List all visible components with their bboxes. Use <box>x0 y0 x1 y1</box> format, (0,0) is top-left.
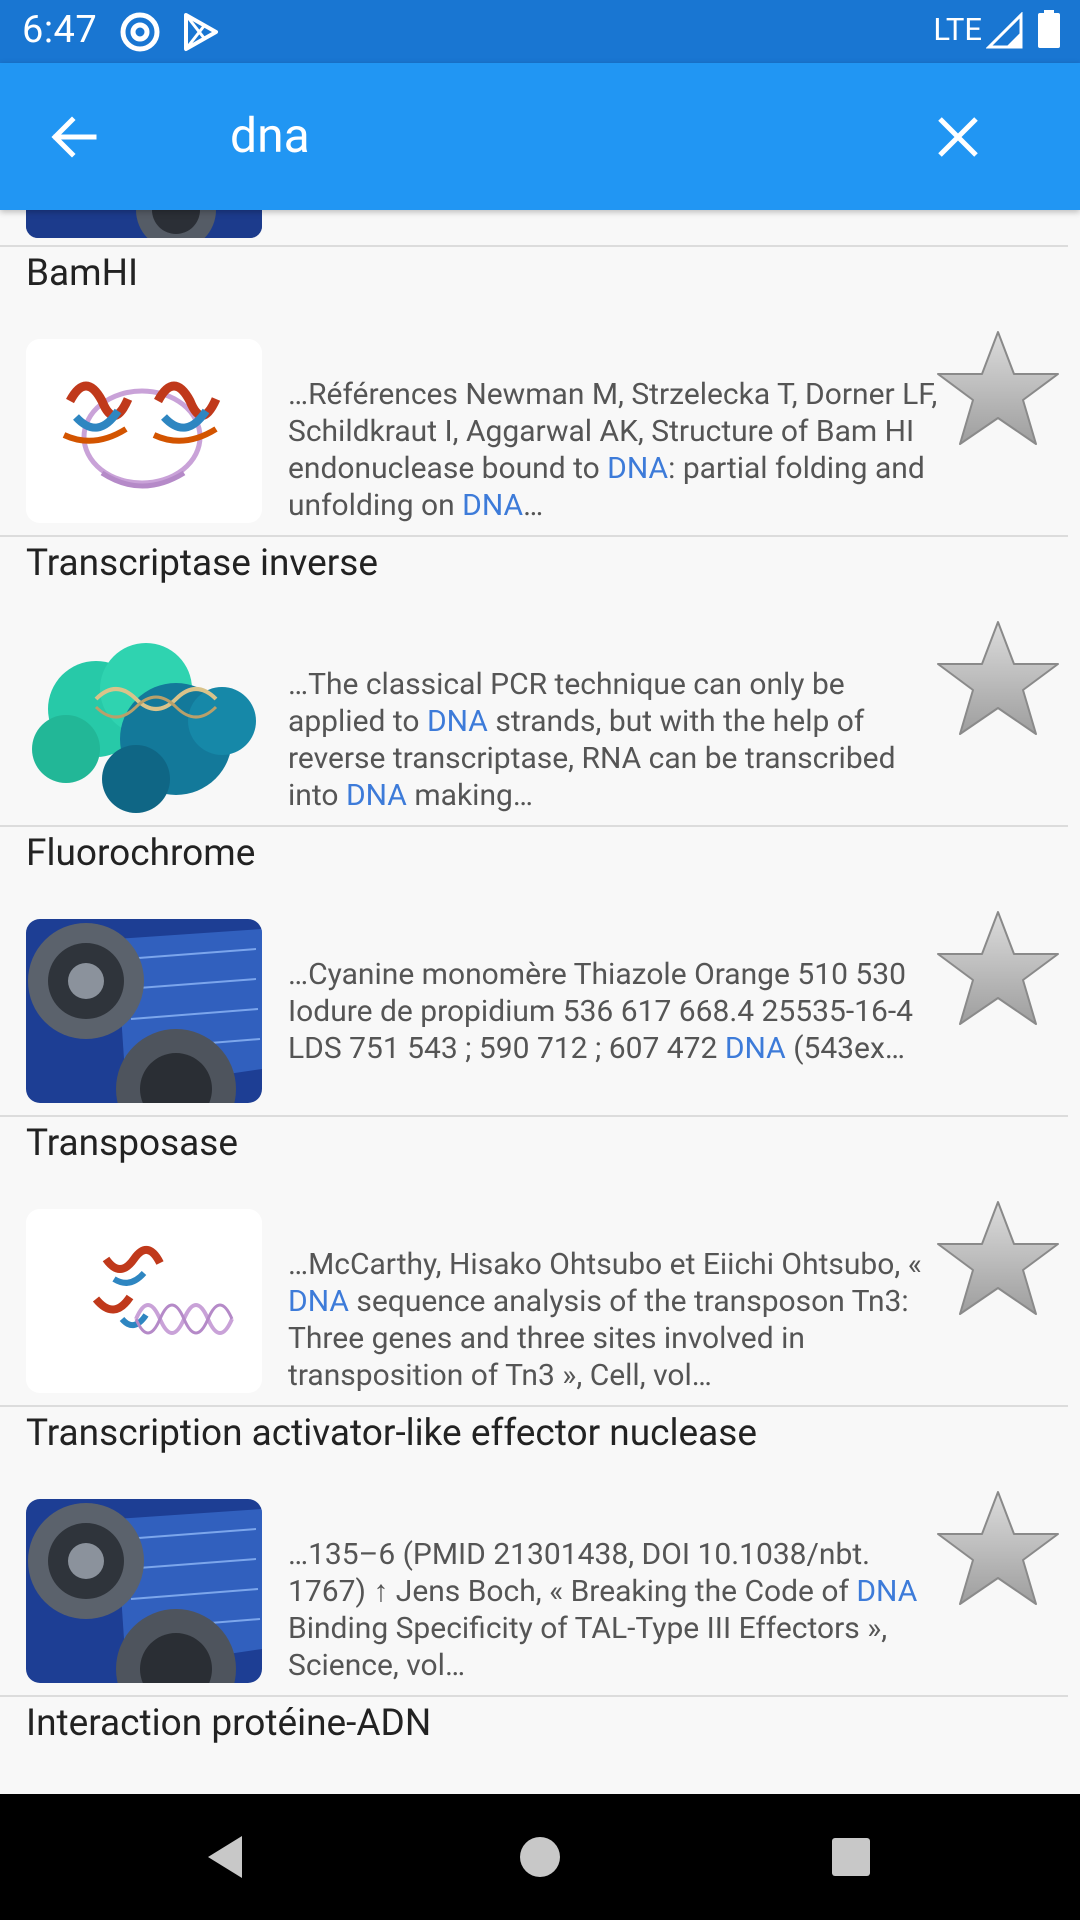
back-arrow-icon[interactable] <box>44 107 104 167</box>
highlighted-term: DNA <box>462 488 524 523</box>
item-title: BamHI <box>26 252 139 295</box>
item-snippet: …135–6 (PMID 21301438, DOI 10.1038/nbt. … <box>288 1536 948 1684</box>
snippet-text: …135–6 (PMID 21301438, DOI 10.1038/nbt. … <box>288 1537 871 1609</box>
highlighted-term: DNA <box>856 1574 918 1609</box>
system-navigation-bar <box>0 1794 1080 1920</box>
item-thumbnail <box>26 919 262 1103</box>
snippet-text: making… <box>406 778 533 813</box>
search-app-bar: dna <box>0 63 1080 210</box>
nav-recents-icon[interactable] <box>826 1832 876 1882</box>
star-icon[interactable] <box>936 908 1060 1030</box>
highlighted-term: DNA <box>288 1284 349 1319</box>
item-snippet: …McCarthy, Hisako Ohtsubo et Eiichi Ohts… <box>288 1246 948 1394</box>
snippet-text: (543ex… <box>785 1031 905 1066</box>
nav-home-icon[interactable] <box>515 1832 565 1882</box>
battery-icon <box>1038 10 1060 48</box>
list-item[interactable]: Fluorochrome …Cyanine monomère Thiazole … <box>0 826 1080 1116</box>
snippet-text: sequence analysis of the transposon Tn3:… <box>288 1284 909 1393</box>
signal-icon <box>986 12 1023 49</box>
item-thumbnail <box>26 629 262 813</box>
at-sign-icon <box>120 12 160 52</box>
item-title: Transposase <box>26 1122 239 1165</box>
list-item[interactable]: Interaction protéine-ADN <box>0 1696 1080 1794</box>
highlighted-term: DNA <box>426 704 488 739</box>
item-title: Transcriptase inverse <box>26 542 378 585</box>
list-item[interactable]: BamHI …Références Newman M, Strzelecka T… <box>0 246 1080 536</box>
star-icon[interactable] <box>936 1488 1060 1610</box>
item-snippet: …Références Newman M, Strzelecka T, Dorn… <box>288 376 948 524</box>
status-bar: 6:47 LTE <box>0 0 1080 63</box>
status-time: 6:47 <box>22 8 98 52</box>
results-list: BamHI …Références Newman M, Strzelecka T… <box>0 210 1080 1794</box>
item-thumbnail <box>26 1499 262 1683</box>
item-thumbnail <box>26 1209 262 1393</box>
list-item[interactable]: Transcription activator-like effector nu… <box>0 1406 1080 1696</box>
item-title: Fluorochrome <box>26 832 256 875</box>
play-store-icon <box>184 13 218 51</box>
previous-item-thumbnail <box>26 210 262 238</box>
close-icon[interactable] <box>928 107 988 167</box>
list-item[interactable]: Transcriptase inverse …The classical PCR… <box>0 536 1080 826</box>
star-icon[interactable] <box>936 1198 1060 1320</box>
item-snippet: …Cyanine monomère Thiazole Orange 510 53… <box>288 956 948 1067</box>
snippet-text: …McCarthy, Hisako Ohtsubo et Eiichi Ohts… <box>288 1247 922 1282</box>
snippet-text: Binding Specificity of TAL-Type III Effe… <box>288 1611 888 1683</box>
item-title: Transcription activator-like effector nu… <box>26 1412 757 1455</box>
star-icon[interactable] <box>936 618 1060 740</box>
highlighted-term: DNA <box>345 778 407 813</box>
nav-back-icon[interactable] <box>202 1832 252 1882</box>
highlighted-term: DNA <box>724 1031 786 1066</box>
item-snippet: …The classical PCR technique can only be… <box>288 666 948 814</box>
item-thumbnail <box>26 339 262 523</box>
item-title: Interaction protéine-ADN <box>26 1702 432 1745</box>
search-input[interactable]: dna <box>230 107 310 164</box>
list-item[interactable]: Transposase …McCarthy, Hisako Ohtsubo et… <box>0 1116 1080 1406</box>
star-icon[interactable] <box>936 328 1060 450</box>
highlighted-term: DNA <box>607 451 669 486</box>
network-type: LTE <box>933 11 982 48</box>
snippet-text: … <box>523 488 544 523</box>
